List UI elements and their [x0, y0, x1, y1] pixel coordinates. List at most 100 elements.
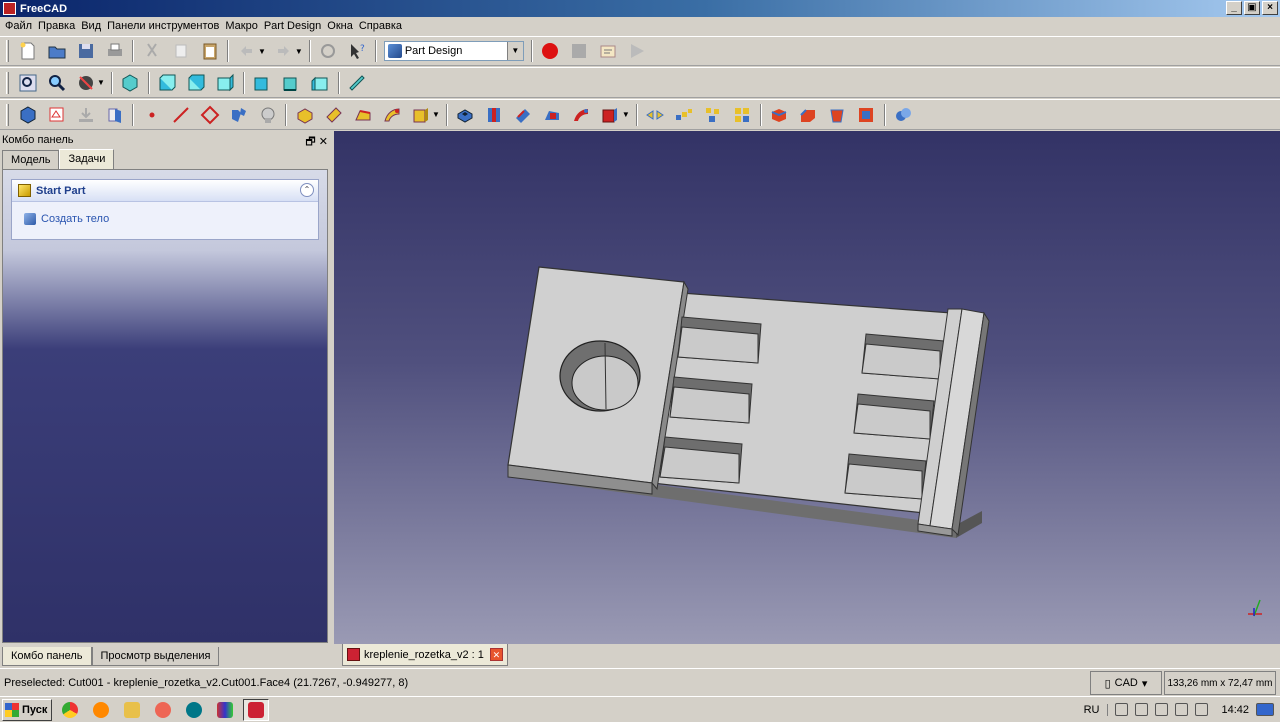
run-macro-icon[interactable]: [625, 39, 649, 63]
subtractive-primitive-icon[interactable]: [598, 103, 622, 127]
save-icon[interactable]: [74, 39, 98, 63]
validate-sketch-icon[interactable]: [74, 103, 98, 127]
close-icon[interactable]: ✕: [489, 648, 503, 661]
additive-pipe-icon[interactable]: [380, 103, 404, 127]
arrow-up-icon[interactable]: [1115, 703, 1129, 716]
start-button[interactable]: Пуск: [2, 698, 52, 721]
menu-windows[interactable]: Окна: [324, 17, 356, 36]
menu-edit[interactable]: Правка: [35, 17, 78, 36]
subtractive-pipe-icon[interactable]: [569, 103, 593, 127]
workbench-selector[interactable]: Part Design ▼: [383, 41, 524, 61]
menu-part-design[interactable]: Part Design: [261, 17, 324, 36]
arduino-taskbar-icon[interactable]: [181, 699, 207, 721]
menu-toolbars[interactable]: Панели инструментов: [104, 17, 222, 36]
part-model[interactable]: [334, 131, 1280, 644]
explorer-taskbar-icon[interactable]: [119, 699, 145, 721]
menu-view[interactable]: Вид: [78, 17, 104, 36]
view-left-icon[interactable]: [308, 71, 332, 95]
mirrored-icon[interactable]: [643, 103, 667, 127]
whats-this-icon[interactable]: ?: [345, 39, 369, 63]
print-icon[interactable]: [103, 39, 127, 63]
view-bottom-icon[interactable]: [279, 71, 303, 95]
chevron-down-icon[interactable]: ▼: [506, 42, 523, 60]
copy-icon[interactable]: [169, 39, 193, 63]
open-file-icon[interactable]: [45, 39, 69, 63]
groove-icon[interactable]: [511, 103, 535, 127]
polar-pattern-icon[interactable]: [701, 103, 725, 127]
additive-primitive-dropdown-arrow[interactable]: ▼: [432, 110, 440, 119]
shape-binder-icon[interactable]: [227, 103, 251, 127]
tab-selection-view[interactable]: Просмотр выделения: [91, 647, 220, 666]
clone-icon[interactable]: [103, 103, 127, 127]
datum-line-icon[interactable]: [169, 103, 193, 127]
show-desktop-icon[interactable]: [1256, 703, 1274, 716]
view-top-icon[interactable]: [184, 71, 208, 95]
measure-distance-icon[interactable]: [345, 71, 369, 95]
undo-dropdown-arrow[interactable]: ▼: [258, 47, 266, 56]
navigation-style-button[interactable]: ▯ CAD ▾: [1090, 671, 1162, 695]
additive-loft-icon[interactable]: [351, 103, 375, 127]
record-macro-icon[interactable]: [538, 39, 562, 63]
view-rear-icon[interactable]: [250, 71, 274, 95]
tab-model[interactable]: Модель: [2, 150, 60, 169]
multi-transform-icon[interactable]: [730, 103, 754, 127]
linear-pattern-icon[interactable]: [672, 103, 696, 127]
pocket-icon[interactable]: [453, 103, 477, 127]
datum-plane-icon[interactable]: [198, 103, 222, 127]
usb-icon[interactable]: [1175, 703, 1189, 716]
boolean-icon[interactable]: [891, 103, 915, 127]
redo-icon[interactable]: [271, 39, 295, 63]
close-button[interactable]: ×: [1262, 1, 1278, 15]
menu-file[interactable]: Файл: [2, 17, 35, 36]
clock[interactable]: 14:42: [1221, 704, 1249, 716]
menu-help[interactable]: Справка: [356, 17, 405, 36]
restore-button[interactable]: ▣: [1244, 1, 1260, 15]
new-file-icon[interactable]: [16, 39, 40, 63]
taskbox-header[interactable]: Start Part ⌃: [12, 180, 318, 202]
fit-selection-icon[interactable]: [45, 71, 69, 95]
freecad-taskbar-icon[interactable]: [243, 698, 269, 721]
chamfer-icon[interactable]: [796, 103, 820, 127]
network-icon[interactable]: [1155, 703, 1169, 716]
chrome-taskbar-icon[interactable]: [57, 699, 83, 721]
flag-icon[interactable]: [1135, 703, 1149, 716]
pad-icon[interactable]: [293, 103, 317, 127]
volume-icon[interactable]: [1195, 703, 1209, 716]
thickness-icon[interactable]: [854, 103, 878, 127]
draft-icon[interactable]: [825, 103, 849, 127]
paste-icon[interactable]: [198, 39, 222, 63]
menu-macro[interactable]: Макро: [222, 17, 260, 36]
tab-combo-panel[interactable]: Комбо панель: [2, 647, 92, 666]
app-taskbar-icon[interactable]: [212, 699, 238, 721]
firefox-taskbar-icon[interactable]: [150, 699, 176, 721]
minimize-button[interactable]: _: [1226, 1, 1242, 15]
create-body-icon[interactable]: [16, 103, 40, 127]
hole-icon[interactable]: [482, 103, 506, 127]
subtractive-loft-icon[interactable]: [540, 103, 564, 127]
fillet-icon[interactable]: [767, 103, 791, 127]
document-tab[interactable]: kreplenie_rozetka_v2 : 1 ✕: [342, 644, 508, 666]
fit-all-icon[interactable]: [16, 71, 40, 95]
draw-style-dropdown-arrow[interactable]: ▼: [97, 78, 105, 87]
draw-style-icon[interactable]: [74, 71, 98, 95]
edit-macro-icon[interactable]: [596, 39, 620, 63]
revolution-icon[interactable]: [322, 103, 346, 127]
subtractive-primitive-dropdown-arrow[interactable]: ▼: [622, 110, 630, 119]
undo-icon[interactable]: [235, 39, 259, 63]
redo-dropdown-arrow[interactable]: ▼: [295, 47, 303, 56]
refresh-icon[interactable]: [316, 39, 340, 63]
language-indicator[interactable]: RU: [1084, 703, 1109, 716]
create-sketch-icon[interactable]: [45, 103, 69, 127]
view-front-icon[interactable]: [155, 71, 179, 95]
tab-tasks[interactable]: Задачи: [59, 149, 115, 169]
view-isometric-icon[interactable]: [118, 71, 142, 95]
stop-macro-icon[interactable]: [567, 39, 591, 63]
view-right-icon[interactable]: [213, 71, 237, 95]
cut-icon[interactable]: [140, 39, 164, 63]
additive-primitive-icon[interactable]: [409, 103, 433, 127]
create-body-action[interactable]: Создать тело: [12, 202, 318, 225]
datum-point-icon[interactable]: [140, 103, 164, 127]
3d-viewport[interactable]: [334, 131, 1280, 644]
collapse-icon[interactable]: ⌃: [300, 183, 314, 197]
sub-shape-binder-icon[interactable]: [256, 103, 280, 127]
